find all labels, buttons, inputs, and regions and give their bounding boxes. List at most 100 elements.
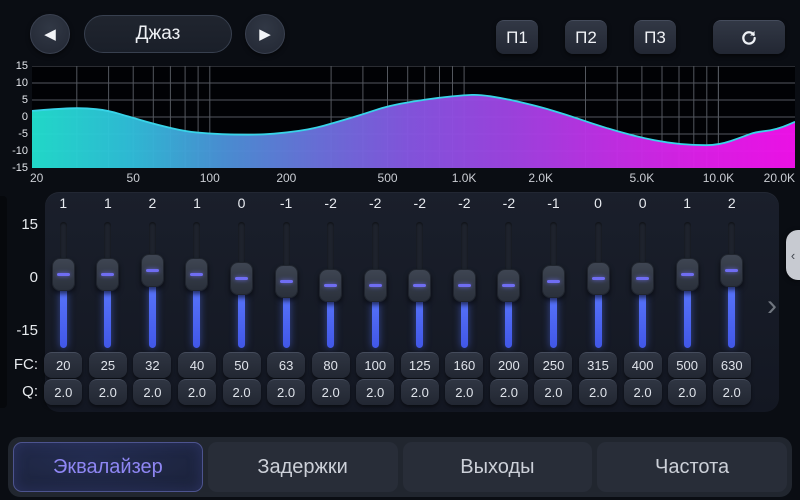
band-q-chip[interactable]: 2.0 — [133, 379, 171, 405]
tab-outputs[interactable]: Выходы — [403, 442, 593, 492]
slider-thumb[interactable] — [720, 254, 743, 287]
band-q-chip[interactable]: 2.0 — [89, 379, 127, 405]
memory-button-2[interactable]: П2 — [565, 20, 607, 54]
slider-thumb[interactable] — [185, 258, 208, 291]
slider-thumb[interactable] — [319, 269, 342, 302]
response-curve-fill — [32, 95, 795, 168]
band-fc-chip[interactable]: 80 — [312, 352, 350, 378]
band-fc-chip[interactable]: 400 — [624, 352, 662, 378]
band-fc-chip[interactable]: 32 — [133, 352, 171, 378]
y-tick-label: 0 — [0, 110, 28, 124]
band-gain-slider[interactable] — [41, 218, 86, 352]
slider-thumb[interactable] — [141, 254, 164, 287]
band-fc-chip[interactable]: 40 — [178, 352, 216, 378]
scale-label-zero: 0 — [0, 269, 38, 286]
band-q-chip[interactable]: 2.0 — [579, 379, 617, 405]
band-fc-chip[interactable]: 500 — [668, 352, 706, 378]
band-gain-slider[interactable] — [353, 218, 398, 352]
slider-thumb[interactable] — [408, 269, 431, 302]
slider-thumb-marker — [101, 273, 114, 276]
slider-thumb[interactable] — [497, 269, 520, 302]
tab-delays[interactable]: Задержки — [208, 442, 398, 492]
band-fc-chip[interactable]: 250 — [534, 352, 572, 378]
band-gain-slider[interactable] — [219, 218, 264, 352]
band-q-chip[interactable]: 2.0 — [534, 379, 572, 405]
prev-preset-button[interactable]: ◀ — [30, 14, 70, 54]
band-gain-slider[interactable] — [620, 218, 665, 352]
band-q-chip[interactable]: 2.0 — [624, 379, 662, 405]
slider-thumb-marker — [636, 277, 649, 280]
preset-selector[interactable]: Джаз — [84, 15, 232, 53]
band-q-chip[interactable]: 2.0 — [445, 379, 483, 405]
slider-thumb[interactable] — [230, 262, 253, 295]
band-q-chip[interactable]: 2.0 — [668, 379, 706, 405]
band-gain-value: 0 — [576, 194, 621, 212]
band-q-chip[interactable]: 2.0 — [401, 379, 439, 405]
band-gain-value: -2 — [487, 194, 532, 212]
band-gain-slider[interactable] — [665, 218, 710, 352]
band-fc-chip[interactable]: 100 — [356, 352, 394, 378]
slider-thumb[interactable] — [631, 262, 654, 295]
band-gain-slider[interactable] — [175, 218, 220, 352]
band-fc-chip[interactable]: 630 — [713, 352, 751, 378]
band-fc-chip[interactable]: 50 — [223, 352, 261, 378]
next-preset-button[interactable]: ▶ — [245, 14, 285, 54]
slider-thumb[interactable] — [542, 265, 565, 298]
band-q-chip[interactable]: 2.0 — [267, 379, 305, 405]
next-bands-button[interactable]: › — [760, 290, 784, 322]
right-drawer-handle[interactable]: ‹ — [786, 230, 800, 280]
band-fc-chip[interactable]: 125 — [401, 352, 439, 378]
slider-thumb[interactable] — [275, 265, 298, 298]
eq-bands: 1 20 2.0 1 25 2.0 2 — [41, 192, 754, 412]
band-gain-slider[interactable] — [531, 218, 576, 352]
slider-thumb[interactable] — [453, 269, 476, 302]
eq-band-100hz: -2 100 2.0 — [353, 192, 398, 412]
band-fc-chip[interactable]: 25 — [89, 352, 127, 378]
band-q-chip[interactable]: 2.0 — [44, 379, 82, 405]
band-gain-slider[interactable] — [442, 218, 487, 352]
slider-thumb[interactable] — [676, 258, 699, 291]
band-gain-slider[interactable] — [576, 218, 621, 352]
memory-button-3[interactable]: П3 — [634, 20, 676, 54]
band-fc-chip[interactable]: 160 — [445, 352, 483, 378]
x-tick-label: 2.0K — [528, 170, 553, 186]
band-gain-slider[interactable] — [487, 218, 532, 352]
equalizer-panel: 1 20 2.0 1 25 2.0 2 — [45, 192, 779, 412]
band-q-chip[interactable]: 2.0 — [356, 379, 394, 405]
band-fc-chip[interactable]: 200 — [490, 352, 528, 378]
band-gain-slider[interactable] — [130, 218, 175, 352]
band-gain-value: 1 — [665, 194, 710, 212]
x-tick-label: 1.0K — [452, 170, 477, 186]
x-tick-label: 20 — [30, 170, 43, 186]
band-gain-value: -2 — [442, 194, 487, 212]
scale-label-max: 15 — [0, 216, 38, 233]
y-tick-label: 5 — [0, 93, 28, 107]
band-fc-chip[interactable]: 63 — [267, 352, 305, 378]
band-q-chip[interactable]: 2.0 — [223, 379, 261, 405]
reset-eq-button[interactable] — [713, 20, 785, 54]
band-q-chip[interactable]: 2.0 — [178, 379, 216, 405]
x-tick-label: 100 — [200, 170, 220, 186]
tab-frequency[interactable]: Частота — [597, 442, 787, 492]
band-q-chip[interactable]: 2.0 — [490, 379, 528, 405]
band-fc-chip[interactable]: 20 — [44, 352, 82, 378]
tab-equalizer[interactable]: Эквалайзер — [13, 442, 203, 492]
preset-name: Джаз — [136, 23, 181, 45]
band-gain-slider[interactable] — [86, 218, 131, 352]
band-gain-slider[interactable] — [264, 218, 309, 352]
band-fc-chip[interactable]: 315 — [579, 352, 617, 378]
y-tick-label: -10 — [0, 144, 28, 158]
band-q-chip[interactable]: 2.0 — [713, 379, 751, 405]
slider-thumb-marker — [502, 284, 515, 287]
band-gain-slider[interactable] — [308, 218, 353, 352]
slider-thumb[interactable] — [52, 258, 75, 291]
band-gain-slider[interactable] — [398, 218, 443, 352]
slider-thumb[interactable] — [96, 258, 119, 291]
slider-thumb[interactable] — [364, 269, 387, 302]
band-q-chip[interactable]: 2.0 — [312, 379, 350, 405]
slider-thumb[interactable] — [587, 262, 610, 295]
slider-thumb-marker — [725, 269, 738, 272]
memory-button-1[interactable]: П1 — [496, 20, 538, 54]
band-gain-value: -2 — [353, 194, 398, 212]
band-gain-slider[interactable] — [709, 218, 754, 352]
